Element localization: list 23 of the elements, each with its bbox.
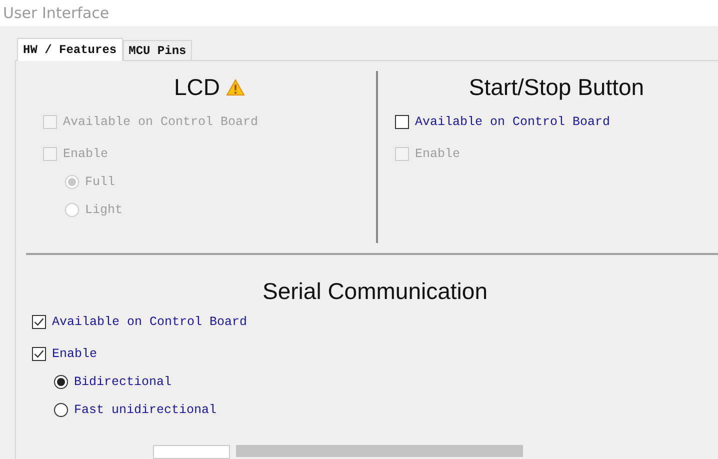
warning-icon bbox=[226, 78, 245, 96]
checkbox-label: Available on Control Board bbox=[52, 315, 248, 329]
section-title: Serial Communication bbox=[262, 278, 488, 304]
button[interactable] bbox=[153, 445, 230, 459]
tab[interactable]: HW / Features bbox=[17, 38, 123, 61]
checkbox[interactable] bbox=[32, 347, 46, 361]
checkbox-label: Enable bbox=[415, 147, 460, 161]
checkbox-label: Enable bbox=[52, 347, 98, 361]
radio-label: Full bbox=[85, 175, 116, 189]
checkbox[interactable] bbox=[32, 315, 46, 329]
checkbox-label: Available on Control Board bbox=[415, 115, 610, 129]
radio-button[interactable] bbox=[54, 375, 68, 389]
tab[interactable]: MCU Pins bbox=[122, 40, 192, 60]
section-title: Start/Stop Button bbox=[468, 74, 644, 100]
checkbox[interactable] bbox=[395, 115, 409, 129]
radio-label: Light bbox=[85, 203, 123, 217]
window-title: User Interface bbox=[3, 4, 110, 22]
checkbox-label: Enable bbox=[63, 147, 108, 161]
radio-label: Fast unidirectional bbox=[74, 403, 217, 417]
section-title: LCD bbox=[174, 74, 220, 100]
checkbox-label: Available on Control Board bbox=[63, 115, 258, 129]
radio-label: Bidirectional bbox=[74, 375, 172, 389]
radio-button[interactable] bbox=[54, 403, 68, 417]
